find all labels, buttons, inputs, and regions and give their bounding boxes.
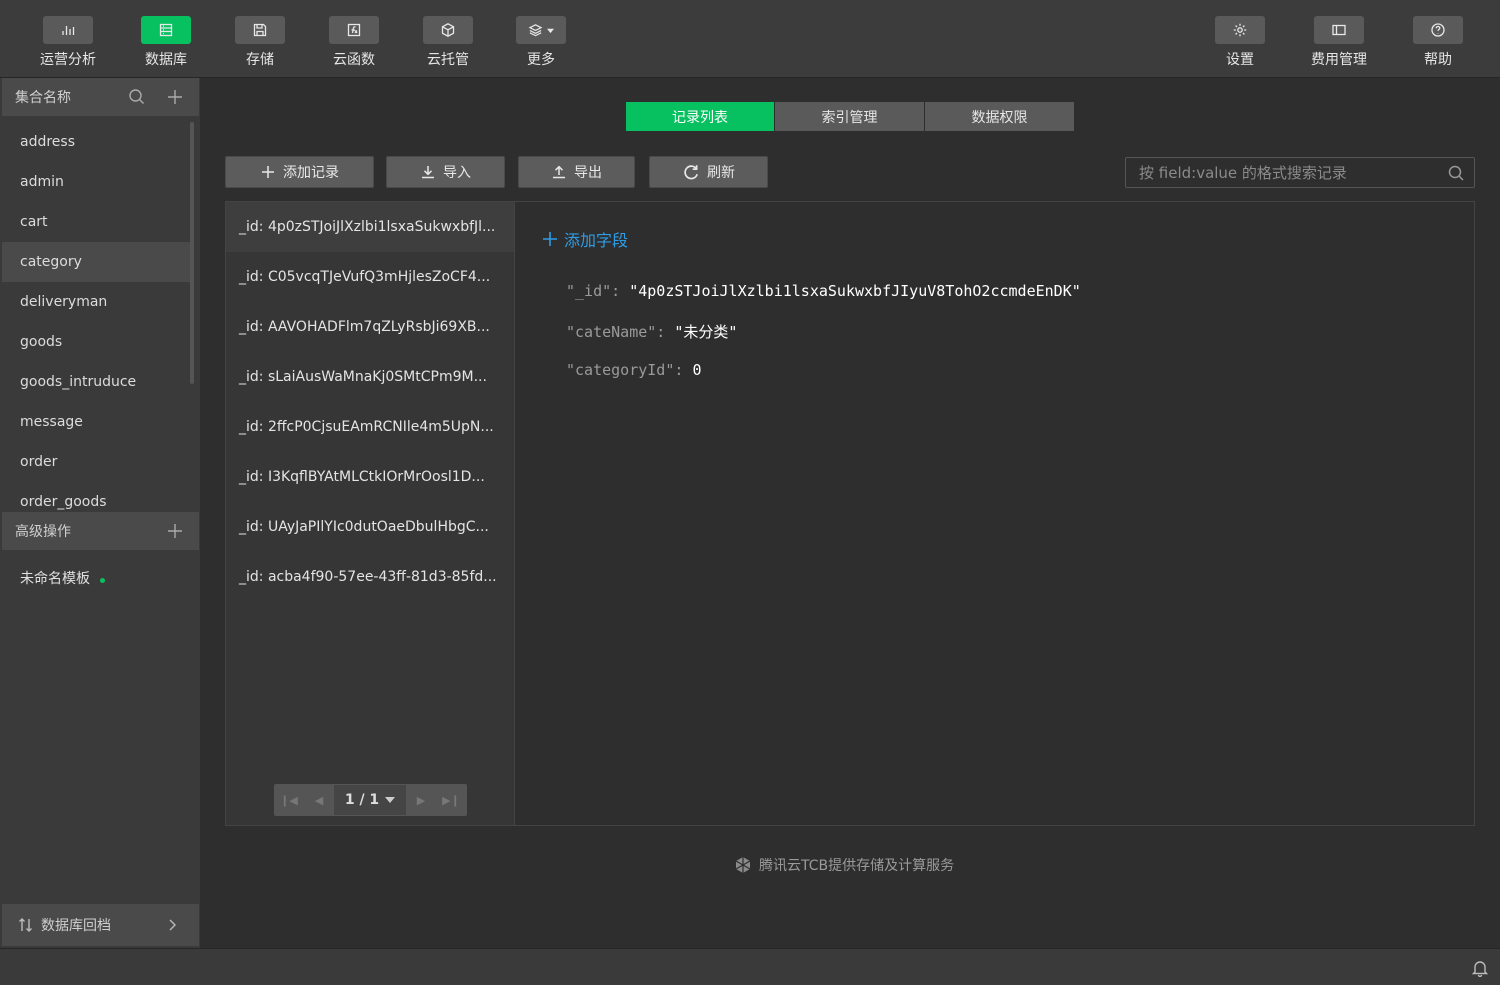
refresh-button[interactable]: 刷新 [649, 156, 768, 188]
toolbar-settings-button[interactable]: 设置 [1200, 16, 1280, 72]
toolbar-help-button[interactable]: 帮助 [1398, 16, 1478, 72]
record-item[interactable]: _id: C05vcqTJeVufQ3mHjlesZoCF4... [226, 252, 514, 302]
pagination: ❙◀ ◀ 1 / 1 ▶ ▶❙ [274, 784, 467, 816]
sort-arrows-icon [19, 918, 32, 932]
collection-item[interactable]: message [2, 402, 192, 442]
collection-list: address admin cart category deliveryman … [2, 122, 192, 510]
plus-icon [543, 232, 557, 246]
collection-item[interactable]: goods_intruduce [2, 362, 192, 402]
bell-icon[interactable] [1472, 959, 1488, 977]
record-item[interactable]: _id: UAyJaPIlYIc0dutOaeDbulHbgC... [226, 502, 514, 552]
collection-item[interactable]: cart [2, 202, 192, 242]
template-name: 未命名模板 [20, 571, 90, 587]
collection-item[interactable]: order [2, 442, 192, 482]
collections-header-label: 集合名称 [15, 90, 71, 106]
plus-icon [262, 166, 274, 178]
add-field-button[interactable]: 添加字段 [542, 227, 628, 251]
toolbar-billing-button[interactable]: 费用管理 [1299, 16, 1379, 72]
chevron-right-icon [169, 919, 176, 931]
toolbar-storage-button[interactable]: 存储 [220, 16, 300, 72]
next-page-button[interactable]: ▶ [406, 785, 436, 815]
search-icon[interactable] [127, 87, 147, 107]
tab-record-list[interactable]: 记录列表 [626, 102, 774, 131]
help-icon [1413, 16, 1463, 44]
collection-item-selected[interactable]: category [2, 242, 192, 282]
first-page-button[interactable]: ❙◀ [274, 785, 304, 815]
refresh-icon [684, 165, 698, 180]
chevron-down-icon [385, 797, 396, 803]
toolbar-hosting-button[interactable]: 云托管 [408, 16, 488, 72]
collection-item[interactable]: address [2, 122, 192, 162]
field-value: "4p0zSTJoiJlXzlbi1lsxaSukwxbfJIyuV8TohO2… [629, 282, 1081, 300]
billing-icon [1314, 16, 1364, 44]
gear-icon [1215, 16, 1265, 44]
last-page-button[interactable]: ▶❙ [436, 785, 466, 815]
record-list: _id: 4p0zSTJoiJlXzlbi1lsxaSukwxbfJl... _… [226, 202, 515, 825]
export-button[interactable]: 导出 [518, 156, 635, 188]
advanced-header-label: 高级操作 [15, 524, 71, 540]
footer-credit: 腾讯云TCB提供存储及计算服务 [733, 855, 954, 875]
field-key: "cateName": [566, 323, 666, 341]
toolbar-more-button[interactable]: 更多 [501, 16, 581, 72]
field-key: "categoryId": [566, 361, 684, 379]
field-value: 0 [692, 361, 702, 379]
field-key: "_id": [566, 282, 621, 300]
toolbar-functions-button[interactable]: 云函数 [314, 16, 394, 72]
tab-data-permissions[interactable]: 数据权限 [925, 102, 1074, 131]
prev-page-button[interactable]: ◀ [304, 785, 334, 815]
upload-icon [553, 165, 565, 179]
tab-index-management[interactable]: 索引管理 [775, 102, 924, 131]
toolbar-analytics-button[interactable]: 运营分析 [28, 16, 108, 72]
toolbar-database-button[interactable]: 数据库 [126, 16, 206, 72]
search-input[interactable] [1126, 158, 1436, 187]
collection-scrollbar[interactable] [190, 122, 194, 384]
cube-icon [423, 16, 473, 44]
field-row[interactable]: "cateName": "未分类" [566, 321, 737, 342]
records-panel: _id: 4p0zSTJoiJlXzlbi1lsxaSukwxbfJl... _… [225, 201, 1475, 826]
collection-item[interactable]: admin [2, 162, 192, 202]
tencent-cloud-logo-icon [735, 857, 751, 873]
download-icon [422, 166, 434, 179]
collection-item[interactable]: goods [2, 322, 192, 362]
record-item-selected[interactable]: _id: 4p0zSTJoiJlXzlbi1lsxaSukwxbfJl... [226, 202, 514, 252]
field-row[interactable]: "categoryId": 0 [566, 361, 701, 379]
sidebar: 集合名称 address admin cart category deliver… [0, 78, 200, 948]
page-select[interactable]: 1 / 1 [334, 785, 406, 815]
add-collection-icon[interactable] [165, 87, 185, 107]
bar-chart-icon [43, 16, 93, 44]
layers-icon [516, 16, 566, 44]
record-item[interactable]: _id: sLaiAusWaMnaKj0SMtCPm9M... [226, 352, 514, 402]
template-item[interactable]: 未命名模板 [20, 568, 105, 588]
import-button[interactable]: 导入 [386, 156, 505, 188]
field-value: "未分类" [674, 323, 738, 341]
status-dot [100, 577, 105, 583]
record-item[interactable]: _id: 2ffcP0CjsuEAmRCNIle4m5UpN... [226, 402, 514, 452]
collection-item[interactable]: deliveryman [2, 282, 192, 322]
chevron-down-icon [547, 28, 554, 33]
collections-header: 集合名称 [2, 78, 199, 116]
search-icon[interactable] [1447, 164, 1465, 182]
add-template-icon[interactable] [165, 521, 185, 541]
record-item[interactable]: _id: I3KqflBYAtMLCtkIOrMrOosl1D... [226, 452, 514, 502]
database-icon [141, 16, 191, 44]
record-search [1125, 157, 1475, 188]
floppy-icon [235, 16, 285, 44]
collection-item[interactable]: order_goods [2, 482, 192, 510]
record-item[interactable]: _id: AAVOHADFlm7qZLyRsbJi69XB... [226, 302, 514, 352]
function-icon [329, 16, 379, 44]
field-row[interactable]: "_id": "4p0zSTJoiJlXzlbi1lsxaSukwxbfJIyu… [566, 282, 1081, 300]
advanced-header: 高级操作 [2, 512, 199, 550]
top-toolbar: 运营分析 数据库 存储 云函数 云托管 更多 设置 费用管理 帮助 [0, 0, 1500, 78]
page-indicator: 1 / 1 [344, 792, 380, 808]
record-item[interactable]: _id: acba4f90-57ee-43ff-81d3-85fd... [226, 552, 514, 602]
status-bar [0, 948, 1500, 985]
add-record-button[interactable]: 添加记录 [225, 156, 374, 188]
db-rollback-button[interactable]: 数据库回档 [2, 904, 199, 946]
db-rollback-label: 数据库回档 [41, 918, 111, 934]
